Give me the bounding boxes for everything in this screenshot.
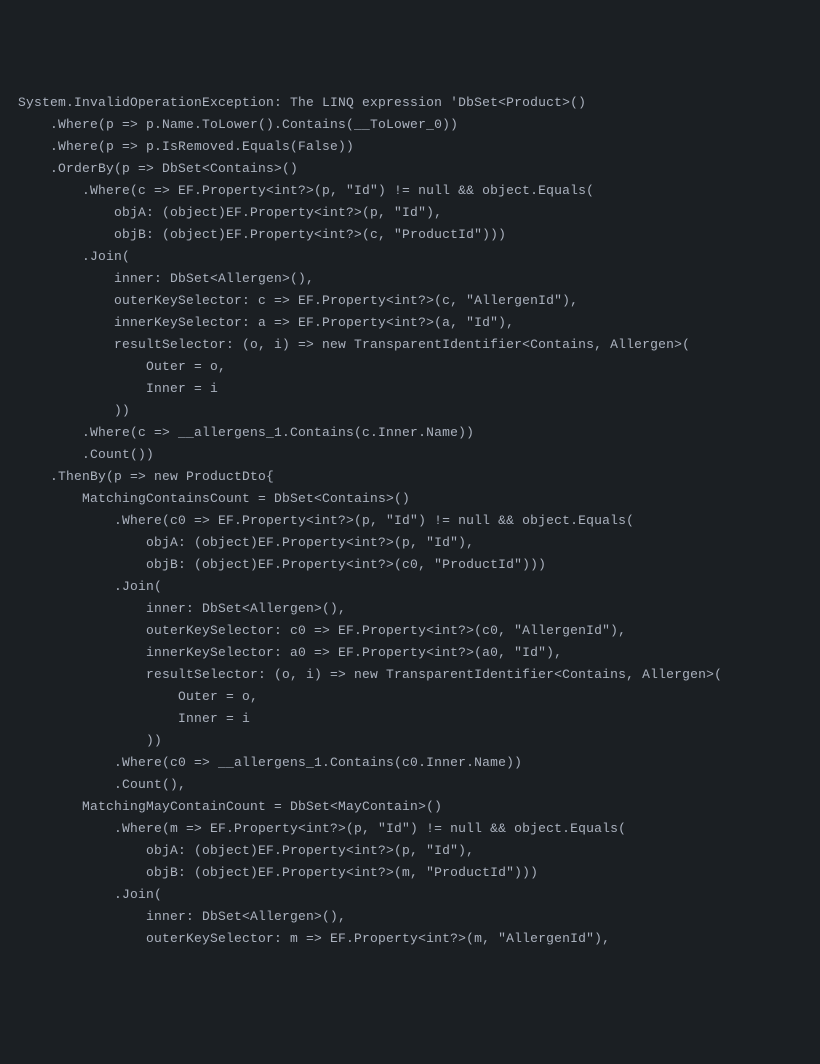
code-line: innerKeySelector: a0 => EF.Property<int?…: [18, 645, 562, 660]
code-line: objA: (object)EF.Property<int?>(p, "Id")…: [18, 843, 474, 858]
code-line: Outer = o,: [18, 359, 226, 374]
code-line: inner: DbSet<Allergen>(),: [18, 909, 346, 924]
code-line: objA: (object)EF.Property<int?>(p, "Id")…: [18, 205, 442, 220]
code-line: )): [18, 403, 130, 418]
code-line: .Where(c0 => EF.Property<int?>(p, "Id") …: [18, 513, 634, 528]
code-line: MatchingMayContainCount = DbSet<MayConta…: [18, 799, 442, 814]
code-line: .Where(m => EF.Property<int?>(p, "Id") !…: [18, 821, 626, 836]
code-line: .Where(p => p.Name.ToLower().Contains(__…: [18, 117, 458, 132]
code-line: .Where(c0 => __allergens_1.Contains(c0.I…: [18, 755, 522, 770]
code-line: .ThenBy(p => new ProductDto{: [18, 469, 274, 484]
code-line: Inner = i: [18, 711, 250, 726]
code-line: .Where(c => EF.Property<int?>(p, "Id") !…: [18, 183, 594, 198]
code-line: .Join(: [18, 579, 162, 594]
code-line: .Count()): [18, 447, 154, 462]
code-line: objA: (object)EF.Property<int?>(p, "Id")…: [18, 535, 474, 550]
code-line: resultSelector: (o, i) => new Transparen…: [18, 667, 722, 682]
code-line: objB: (object)EF.Property<int?>(m, "Prod…: [18, 865, 538, 880]
code-line: outerKeySelector: m => EF.Property<int?>…: [18, 931, 610, 946]
code-line: .Count(),: [18, 777, 186, 792]
code-line: .Join(: [18, 249, 130, 264]
code-line: .Join(: [18, 887, 162, 902]
code-line: resultSelector: (o, i) => new Transparen…: [18, 337, 690, 352]
code-line: inner: DbSet<Allergen>(),: [18, 601, 346, 616]
code-line: objB: (object)EF.Property<int?>(c0, "Pro…: [18, 557, 546, 572]
code-block: System.InvalidOperationException: The LI…: [18, 92, 802, 950]
code-line: .OrderBy(p => DbSet<Contains>(): [18, 161, 298, 176]
code-line: outerKeySelector: c0 => EF.Property<int?…: [18, 623, 626, 638]
code-line: innerKeySelector: a => EF.Property<int?>…: [18, 315, 514, 330]
code-line: .Where(c => __allergens_1.Contains(c.Inn…: [18, 425, 474, 440]
code-line: inner: DbSet<Allergen>(),: [18, 271, 314, 286]
code-line: System.InvalidOperationException: The LI…: [18, 95, 586, 110]
code-line: Outer = o,: [18, 689, 258, 704]
code-line: objB: (object)EF.Property<int?>(c, "Prod…: [18, 227, 506, 242]
code-line: Inner = i: [18, 381, 218, 396]
code-line: MatchingContainsCount = DbSet<Contains>(…: [18, 491, 410, 506]
code-line: )): [18, 733, 162, 748]
code-line: outerKeySelector: c => EF.Property<int?>…: [18, 293, 578, 308]
code-line: .Where(p => p.IsRemoved.Equals(False)): [18, 139, 354, 154]
